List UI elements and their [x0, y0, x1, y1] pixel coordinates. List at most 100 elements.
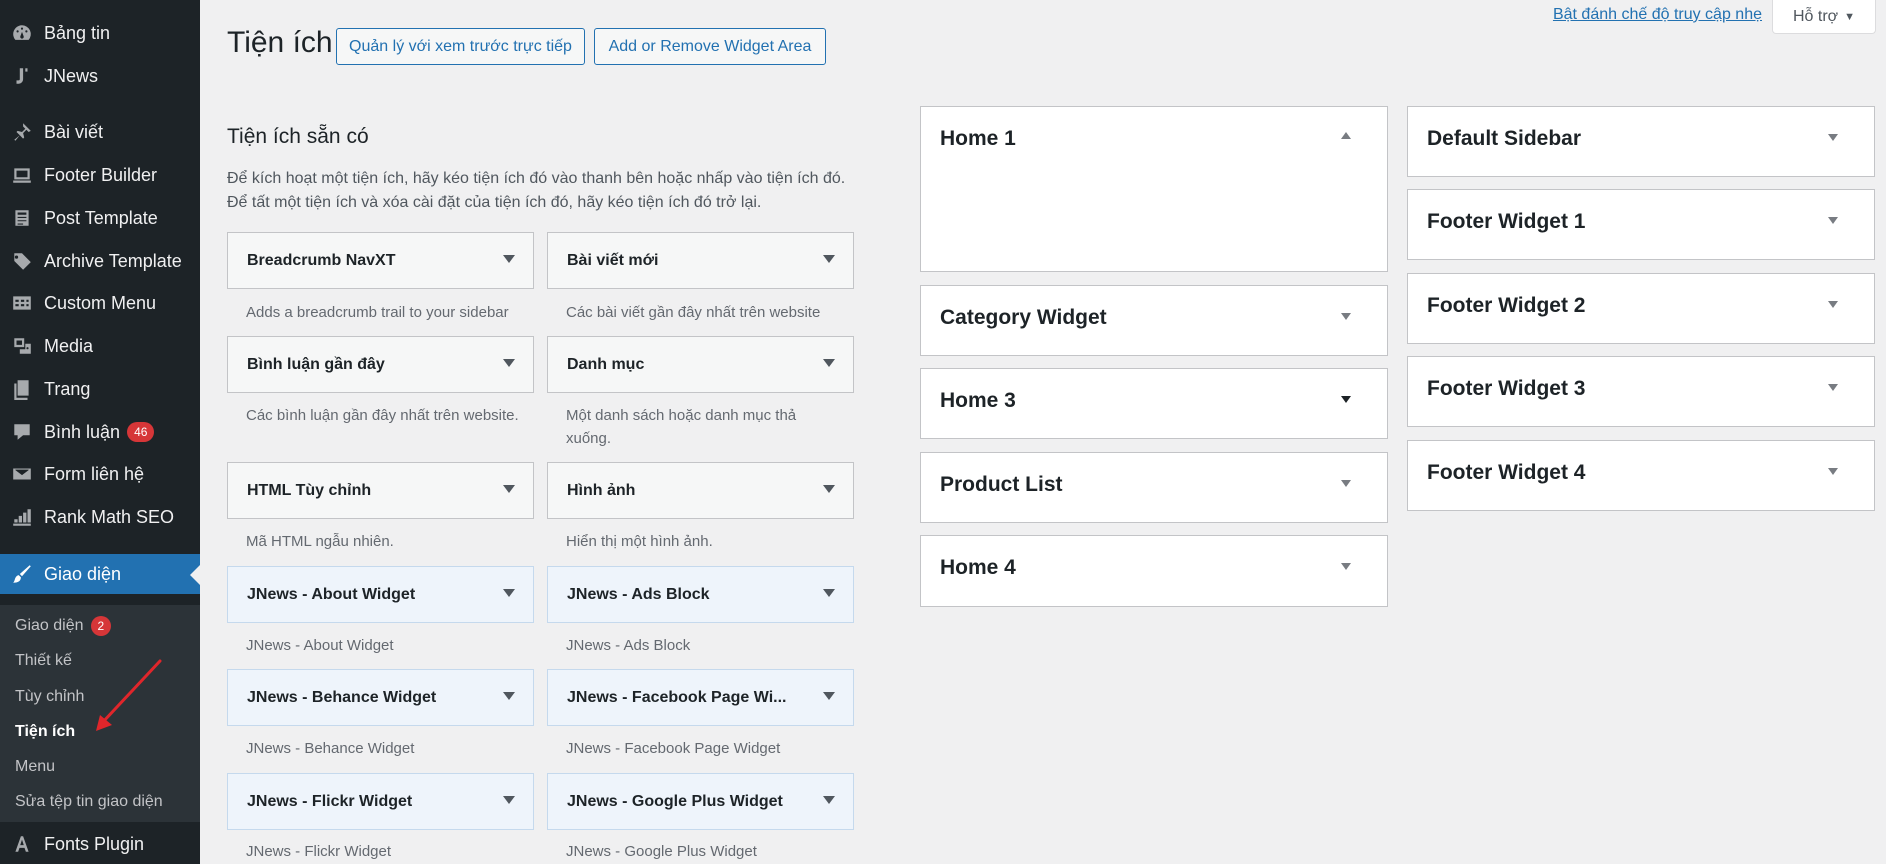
widget-breadcrumb-navxt[interactable]: Breadcrumb NavXT — [227, 232, 534, 289]
sidebar-item-dashboard[interactable]: Bảng tin — [0, 13, 200, 53]
mail-icon — [10, 462, 34, 486]
sidebar-item-label: Custom Menu — [44, 292, 157, 313]
widget-area-home-1[interactable]: Home 1 — [920, 106, 1388, 272]
submenu-item-themes[interactable]: Giao diện 2 — [15, 611, 112, 641]
help-tab[interactable]: Hỗ trợ ▼ — [1772, 0, 1876, 34]
sidebar-item-appearance[interactable]: Giao diện — [0, 554, 200, 594]
font-icon — [10, 832, 34, 856]
widget-jnews-facebook-page[interactable]: JNews - Facebook Page Wi... — [547, 669, 854, 726]
sidebar-item-pages[interactable]: Trang — [0, 369, 200, 409]
caret-down-icon[interactable] — [1341, 313, 1351, 320]
document-icon — [10, 206, 34, 230]
caret-down-icon[interactable] — [503, 692, 515, 700]
themes-update-badge: 2 — [90, 616, 112, 636]
sidebar-item-label: Form liên hệ — [44, 463, 145, 484]
tag-icon — [10, 249, 34, 273]
caret-down-icon[interactable] — [503, 359, 515, 367]
widget-description: JNews - Google Plus Widget — [566, 843, 757, 860]
caret-down-icon: ▼ — [1844, 10, 1856, 23]
widget-custom-html[interactable]: HTML Tùy chỉnh — [227, 462, 534, 519]
widget-description: Hiển thị một hình ảnh. — [566, 533, 713, 550]
sidebar-item-custom-menu[interactable]: Custom Menu — [0, 283, 200, 323]
sidebar-item-posts[interactable]: Bài viết — [0, 112, 200, 152]
chart-icon — [10, 505, 34, 529]
pin-icon — [10, 120, 34, 144]
caret-down-icon[interactable] — [823, 255, 835, 263]
submenu-item-theme-file-editor[interactable]: Sửa tệp tin giao diện — [15, 787, 163, 817]
caret-down-icon[interactable] — [823, 796, 835, 804]
caret-down-icon[interactable] — [503, 589, 515, 597]
widget-jnews-ads-block[interactable]: JNews - Ads Block — [547, 566, 854, 623]
widget-area-home-4[interactable]: Home 4 — [920, 535, 1388, 607]
widget-recent-comments[interactable]: Bình luận gần đây — [227, 336, 534, 393]
caret-down-icon[interactable] — [503, 485, 515, 493]
widget-area-default-sidebar[interactable]: Default Sidebar — [1407, 106, 1875, 177]
widget-description: Một danh sách hoặc danh mục thả xuống. — [566, 407, 797, 447]
widget-jnews-flickr[interactable]: JNews - Flickr Widget — [227, 773, 534, 830]
caret-down-icon[interactable] — [1828, 134, 1838, 141]
widget-area-category-widget[interactable]: Category Widget — [920, 285, 1388, 356]
caret-up-icon[interactable] — [1341, 132, 1351, 139]
sidebar-item-post-template[interactable]: Post Template — [0, 198, 200, 238]
submenu-item-menus[interactable]: Menu — [15, 752, 55, 782]
sidebar-item-label: Rank Math SEO — [44, 506, 175, 527]
submenu-item-design[interactable]: Thiết kế — [15, 646, 72, 676]
widget-jnews-google-plus[interactable]: JNews - Google Plus Widget — [547, 773, 854, 830]
sidebar-item-comments[interactable]: Bình luận 46 — [0, 412, 200, 452]
sidebar-item-archive-template[interactable]: Archive Template — [0, 241, 200, 281]
caret-down-icon[interactable] — [503, 255, 515, 263]
sidebar-item-label: Bài viết — [44, 121, 104, 142]
widget-area-footer-widget-1[interactable]: Footer Widget 1 — [1407, 189, 1875, 260]
widget-area-home-3[interactable]: Home 3 — [920, 368, 1388, 439]
submenu-item-customize[interactable]: Tùy chỉnh — [15, 682, 84, 712]
sidebar-item-label: Footer Builder — [44, 164, 158, 185]
sidebar-item-label: Bảng tin — [44, 22, 111, 43]
available-widgets-description: Để kích hoạt một tiện ích, hãy kéo tiện … — [227, 170, 846, 211]
add-remove-widget-area-button[interactable]: Add or Remove Widget Area — [594, 28, 826, 65]
widget-categories[interactable]: Danh mục — [547, 336, 854, 393]
widget-description: JNews - Ads Block — [566, 637, 691, 654]
caret-down-icon[interactable] — [1828, 301, 1838, 308]
sidebar-item-jnews[interactable]: JNews — [0, 56, 200, 96]
caret-down-icon[interactable] — [823, 589, 835, 597]
live-preview-button[interactable]: Quản lý với xem trước trực tiếp — [336, 28, 585, 65]
sidebar-item-rank-math[interactable]: Rank Math SEO — [0, 497, 200, 537]
dashboard-icon — [10, 21, 34, 45]
sidebar-item-contact-form[interactable]: Form liên hệ — [0, 454, 200, 494]
widget-area-footer-widget-4[interactable]: Footer Widget 4 — [1407, 440, 1875, 511]
caret-down-icon[interactable] — [823, 485, 835, 493]
caret-down-icon[interactable] — [1341, 480, 1351, 487]
widget-area-product-list[interactable]: Product List — [920, 452, 1388, 523]
sidebar-item-media[interactable]: Media — [0, 326, 200, 366]
sidebar-item-fonts-plugin[interactable]: Fonts Plugin — [0, 824, 200, 864]
caret-down-icon[interactable] — [1828, 217, 1838, 224]
accessibility-mode-link[interactable]: Bật đánh chế độ truy cập nhẹ — [1553, 6, 1762, 24]
caret-down-icon[interactable] — [823, 692, 835, 700]
jnews-icon — [10, 64, 34, 88]
widget-area-footer-widget-2[interactable]: Footer Widget 2 — [1407, 273, 1875, 344]
sidebar-item-label: Media — [44, 335, 94, 356]
widget-jnews-about[interactable]: JNews - About Widget — [227, 566, 534, 623]
sidebar-item-label: Post Template — [44, 207, 158, 228]
monitor-icon — [10, 163, 34, 187]
caret-down-icon[interactable] — [1828, 468, 1838, 475]
widget-jnews-behance[interactable]: JNews - Behance Widget — [227, 669, 534, 726]
comment-icon — [10, 420, 34, 444]
submenu-item-widgets[interactable]: Tiện ích — [15, 717, 75, 747]
comments-count-badge: 46 — [127, 422, 155, 442]
help-tab-label: Hỗ trợ — [1792, 7, 1839, 25]
sidebar-item-label: Giao diện — [44, 563, 122, 584]
widget-image[interactable]: Hình ảnh — [547, 462, 854, 519]
caret-down-icon[interactable] — [823, 359, 835, 367]
caret-down-icon[interactable] — [503, 796, 515, 804]
sidebar-item-label: Trang — [44, 378, 91, 399]
sidebar-item-footer-builder[interactable]: Footer Builder — [0, 155, 200, 195]
caret-down-icon[interactable] — [1828, 384, 1838, 391]
widget-area-footer-widget-3[interactable]: Footer Widget 3 — [1407, 356, 1875, 427]
table-icon — [10, 291, 34, 315]
caret-down-icon[interactable] — [1341, 563, 1351, 570]
page-icon — [10, 377, 34, 401]
widget-description: JNews - Facebook Page Widget — [566, 740, 781, 757]
caret-down-icon[interactable] — [1341, 396, 1351, 403]
widget-recent-posts[interactable]: Bài viết mới — [547, 232, 854, 289]
